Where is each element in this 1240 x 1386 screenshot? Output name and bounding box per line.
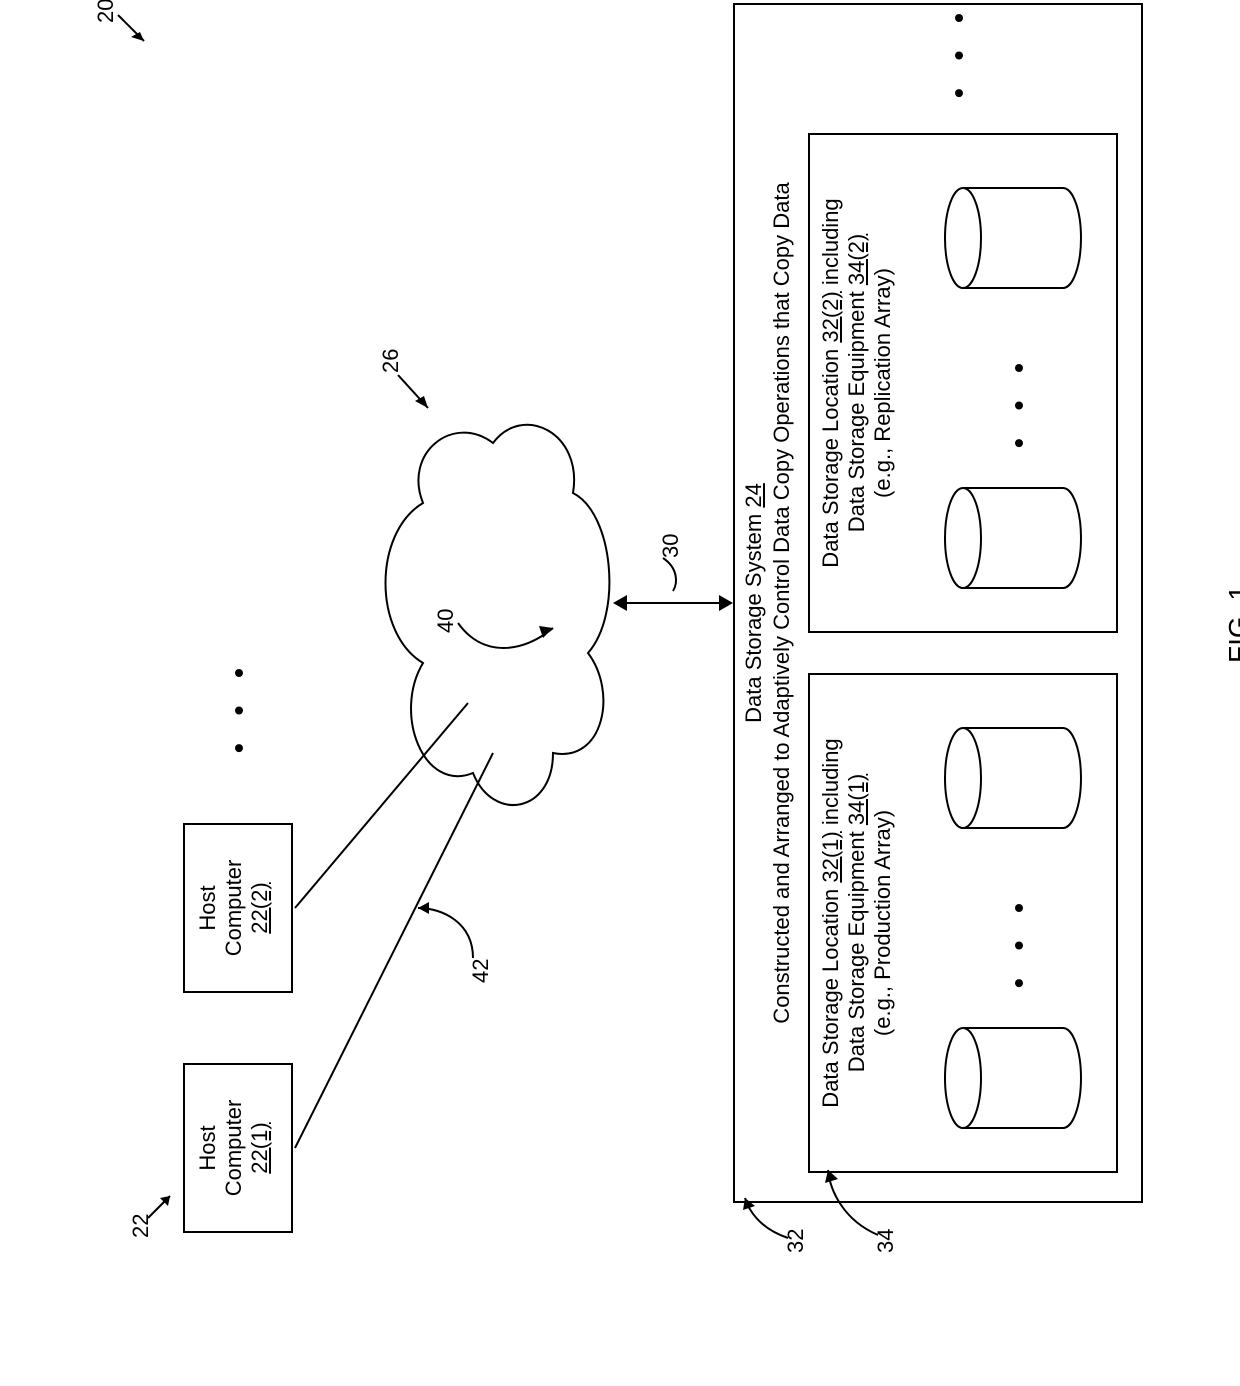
ref-42-arrow [413,883,483,963]
cylinder-loc1-right [943,723,1093,833]
loc1-line1: Data Storage Location 32(1) including [818,675,844,1171]
loc2-l2a: Data Storage Equipment [844,285,869,532]
system-title: Data Storage System 24 [741,5,767,1201]
loc1-l2b: 34(1) [844,774,869,825]
system-ellipsis: • • • [943,3,975,98]
figure-caption-text: FIG. 1 [1223,585,1240,663]
ref-32-hook [743,1188,793,1238]
loc2-line1: Data Storage Location 32(2) including [818,135,844,631]
loc1-l1b: 32(1) [818,831,843,882]
loc2-l1c: including [818,198,843,291]
ref-30-hook [638,543,688,593]
system-title-num: 24 [741,483,766,507]
loc1-line3: (e.g., Production Array) [870,675,896,1171]
loc2-line3: (e.g., Replication Array) [870,135,896,631]
ref-26-arrow [398,353,448,413]
figure-caption: FIG. 1 [1223,585,1240,663]
loc2-cyl-dots: • • • [1003,353,1035,448]
loc2-l1a: Data Storage Location [818,343,843,568]
loc2-line2: Data Storage Equipment 34(2) [844,135,870,631]
loc2-l2b: 34(2) [844,234,869,285]
ref-40-arrow [453,573,573,673]
loc1-cyl-dots-text: • • • [1003,893,1034,988]
system-dots-text: • • • [943,3,974,98]
system-title-prefix: Data Storage System [741,508,766,723]
loc1-line2: Data Storage Equipment 34(1) [844,675,870,1171]
loc1-l2a: Data Storage Equipment [844,825,869,1072]
ref-34-hook [828,1165,888,1235]
loc1-cyl-dots: • • • [1003,893,1035,988]
loc2-cyl-dots-text: • • • [1003,353,1034,448]
loc1-l1c: including [818,738,843,831]
loc2-l1b: 32(2) [818,291,843,342]
system-subtitle: Constructed and Arranged to Adaptively C… [769,5,795,1201]
cylinder-loc1-left [943,1023,1093,1133]
cylinder-loc2-right [943,183,1093,293]
loc1-l1a: Data Storage Location [818,883,843,1108]
cylinder-loc2-left [943,483,1093,593]
